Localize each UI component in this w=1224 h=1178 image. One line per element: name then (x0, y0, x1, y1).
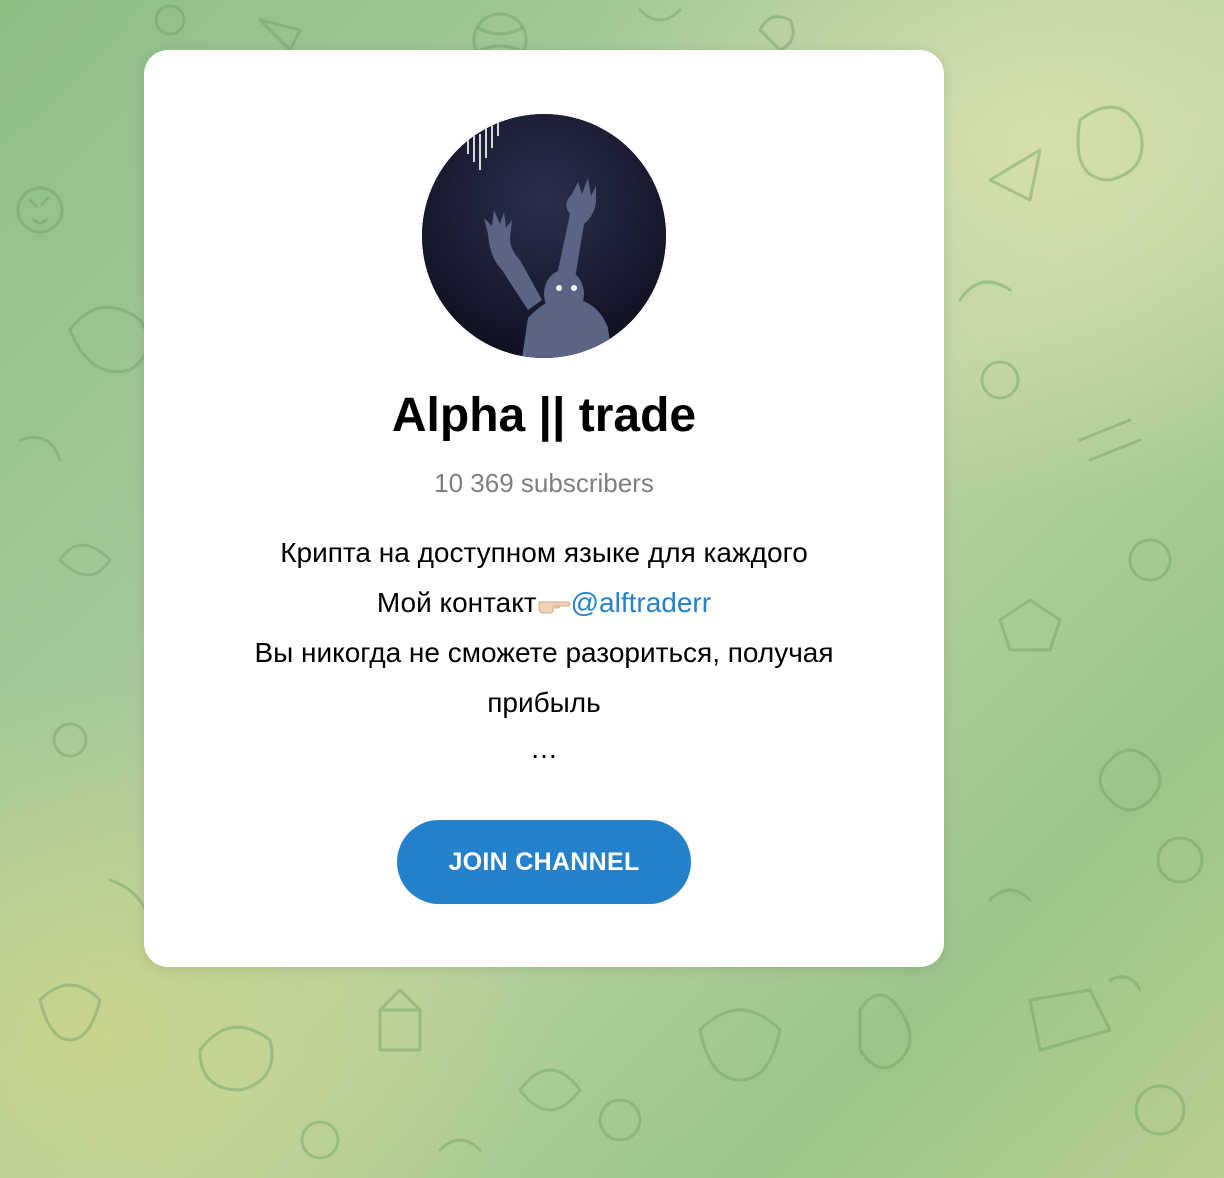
description-ellipsis: … (530, 733, 558, 764)
channel-description: Крипта на доступном языке для каждого Мо… (184, 528, 904, 770)
subscriber-count: 10 369 subscribers (434, 468, 654, 498)
description-line-1: Крипта на доступном языке для каждого (280, 537, 808, 568)
channel-preview-card: Alpha || trade 10 369 subscribers Крипта… (144, 50, 944, 967)
pointing-right-hand-icon (538, 601, 571, 614)
description-line-2: Мой контакт @alftraderr (184, 578, 904, 628)
avatar-image (422, 114, 666, 358)
description-line-3: Вы никогда не сможете разориться, получа… (254, 637, 834, 718)
contact-prefix: Мой контакт (376, 587, 537, 618)
channel-avatar (422, 114, 666, 358)
join-channel-button[interactable]: JOIN CHANNEL (397, 820, 691, 904)
contact-link[interactable]: @alftraderr (571, 587, 711, 618)
channel-title: Alpha || trade (391, 389, 697, 442)
